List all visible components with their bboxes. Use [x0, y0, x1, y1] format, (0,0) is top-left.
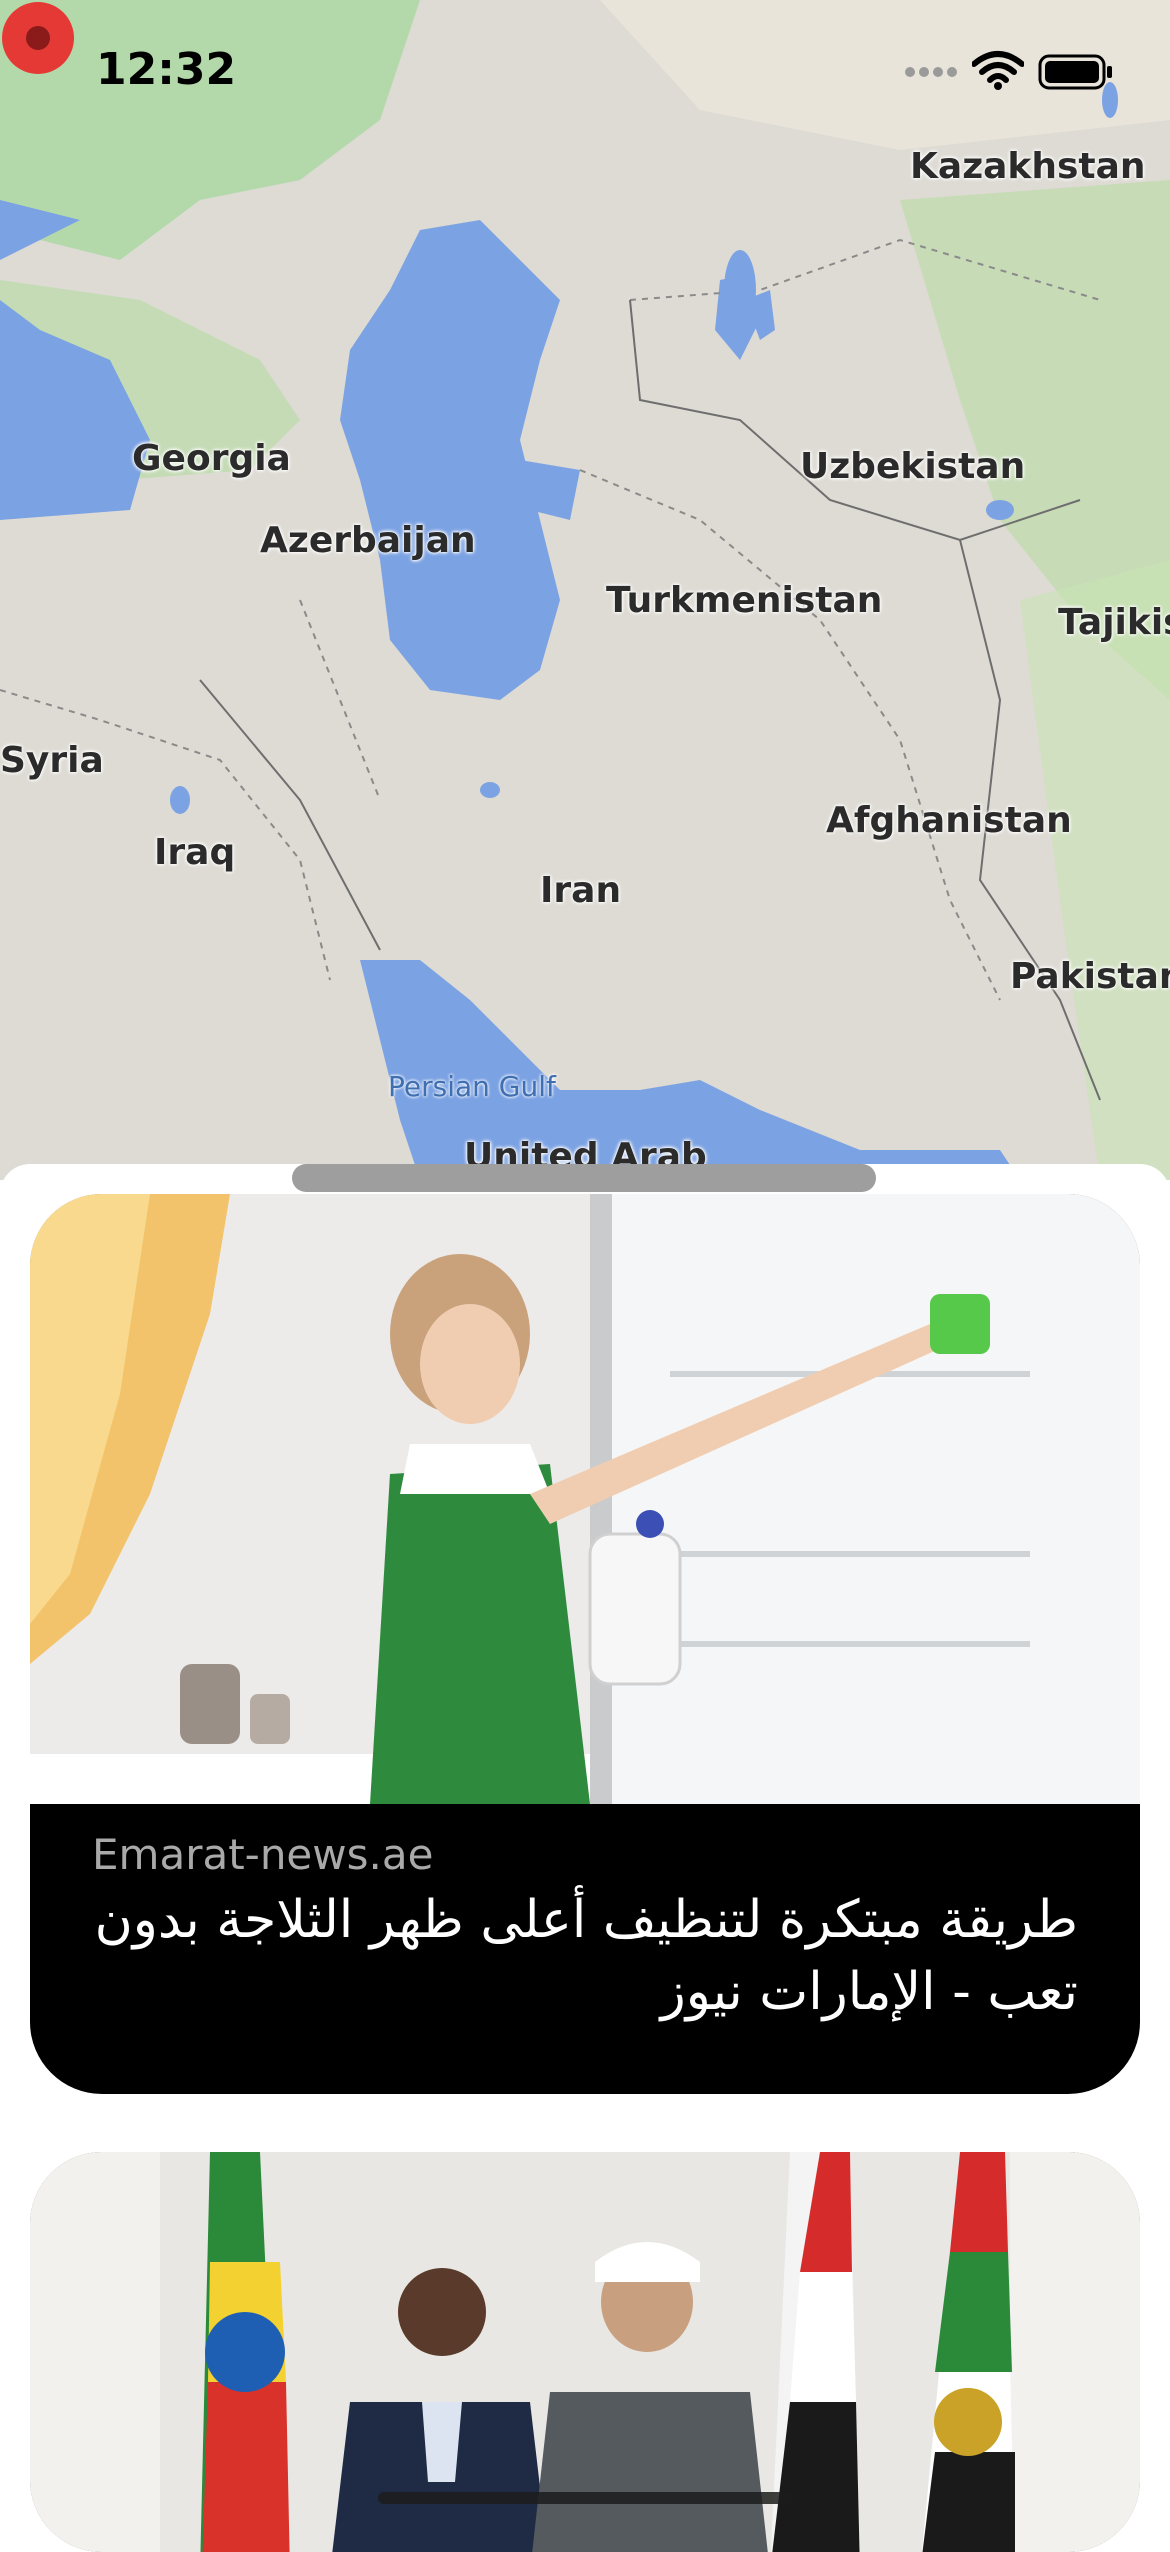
label-pakistan: Pakistan: [1010, 956, 1170, 997]
label-syria: Syria: [0, 740, 104, 781]
label-afghanistan: Afghanistan: [826, 800, 1072, 841]
map-view[interactable]: Kazakhstan Georgia Uzbekistan Azerbaijan…: [0, 0, 1170, 1180]
wifi-icon: [972, 51, 1024, 90]
label-iran: Iran: [540, 870, 622, 911]
status-bar: 12:32: [0, 0, 1170, 140]
home-indicator[interactable]: [378, 2492, 792, 2504]
label-persian-gulf: Persian Gulf: [388, 1070, 556, 1103]
label-tajikistan: Tajikis: [1058, 602, 1170, 643]
label-georgia: Georgia: [132, 438, 291, 479]
label-kazakhstan: Kazakhstan: [910, 146, 1146, 187]
sheet-drag-handle[interactable]: [292, 1164, 876, 1192]
label-azerbaijan: Azerbaijan: [260, 520, 476, 561]
signal-icon: [905, 67, 957, 77]
label-iraq: Iraq: [154, 832, 236, 873]
news-image: [30, 1194, 1140, 1804]
label-turkmenistan: Turkmenistan: [606, 580, 883, 621]
location-pin-icon[interactable]: [0, 0, 76, 76]
news-headline[interactable]: طريقة مبتكرة لتنظيف أعلى ظهر الثلاجة بدو…: [92, 1884, 1078, 2028]
status-time: 12:32: [96, 44, 237, 95]
news-source: Emarat-news.ae: [92, 1830, 434, 1879]
label-uzbekistan: Uzbekistan: [800, 446, 1026, 487]
battery-icon: [1038, 54, 1112, 90]
news-card[interactable]: Emarat-news.ae طريقة مبتكرة لتنظيف أعلى …: [30, 1194, 1140, 2094]
